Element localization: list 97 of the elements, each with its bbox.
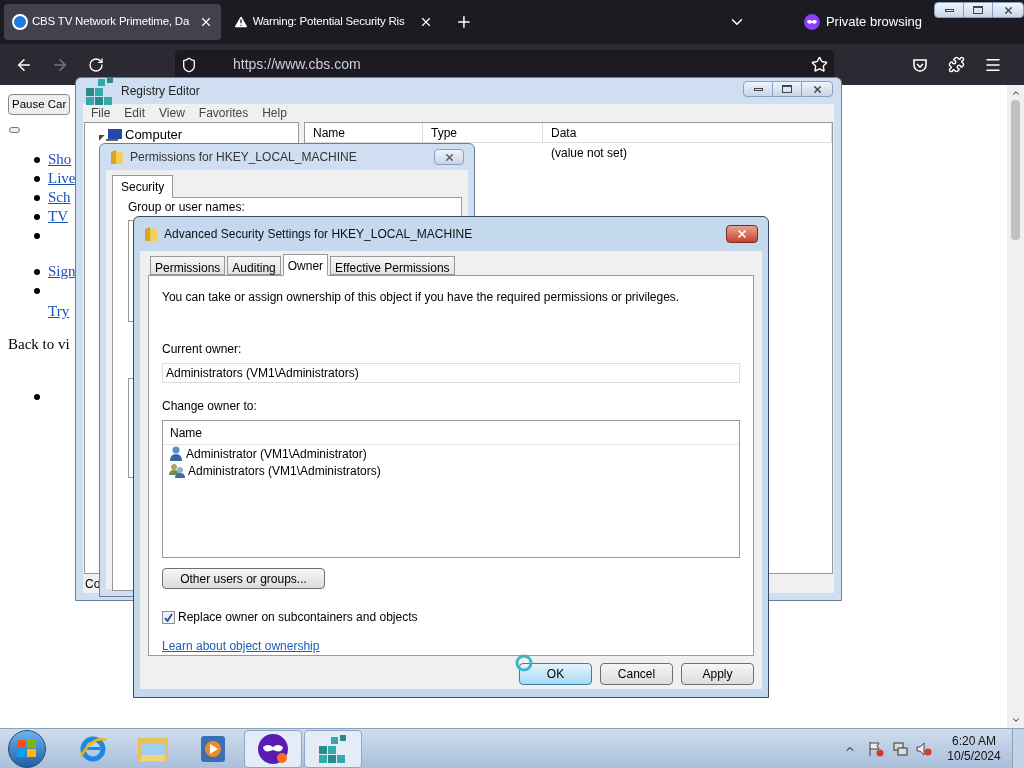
small-control[interactable]: [9, 127, 20, 133]
close-icon: [1002, 4, 1014, 16]
table-cell-text: (value not set): [550, 145, 629, 162]
checkbox-label: Replace owner on subcontainers and objects: [178, 609, 418, 626]
private-browsing-label: Private browsing: [825, 13, 922, 32]
tab-title: Warning: Potential Security Ris: [252, 14, 406, 30]
maximize-button[interactable]: [773, 81, 801, 97]
list-item-text: Administrator (VM1\Administrator): [186, 445, 367, 463]
checkbox[interactable]: [162, 610, 175, 624]
site-icon: [12, 14, 28, 30]
url-text: https://www.cbs.com: [233, 55, 361, 74]
field-label: Change owner to:: [162, 398, 258, 415]
reload-icon[interactable]: [88, 56, 104, 73]
page-link[interactable]: Try: [48, 300, 76, 323]
list-item-text: Administrators (VM1\Administrators): [188, 462, 381, 480]
close-button[interactable]: [434, 149, 464, 165]
column-header[interactable]: Name: [305, 123, 423, 142]
dialog-title: Advanced Security Settings for HKEY_LOCAL_MACHINE: [164, 226, 473, 243]
network-icon[interactable]: [892, 740, 908, 757]
computer-icon: [106, 128, 122, 141]
dialog-button[interactable]: Cancel: [600, 663, 673, 685]
menu-item[interactable]: Edit: [124, 104, 146, 122]
description-text: You can take or assign ownership of this object if you have the required permissions or privileges.: [162, 289, 681, 306]
column-header[interactable]: Name: [170, 423, 202, 442]
busy-cursor-icon: [514, 653, 534, 673]
current-owner-field: Administrators (VM1\Administrators): [162, 363, 740, 383]
browser-tab[interactable]: CBS TV Network Primetime, Da: [4, 4, 221, 40]
registry-cubes-icon: [317, 733, 349, 764]
menu-item[interactable]: File: [91, 104, 111, 122]
pause-button[interactable]: Pause Car: [8, 94, 71, 115]
bookmark-star-icon[interactable]: [811, 56, 828, 73]
media-player-icon: [200, 734, 226, 763]
clock-time[interactable]: 6:20 AM: [952, 733, 996, 749]
bullet-icon: [34, 268, 40, 275]
registry-cubes-icon: [84, 76, 116, 106]
address-bar[interactable]: https://www.cbs.com: [175, 49, 834, 80]
tree-item[interactable]: Computer: [125, 125, 183, 145]
dialog-button[interactable]: Apply: [681, 663, 754, 685]
scrollbar[interactable]: [1007, 85, 1024, 728]
scroll-thumb[interactable]: [1011, 100, 1020, 240]
close-button[interactable]: [801, 81, 833, 97]
help-link[interactable]: Learn about object ownership: [162, 637, 320, 655]
close-icon: [811, 83, 823, 95]
dialog-title: Permissions for HKEY_LOCAL_MACHINE: [130, 149, 357, 166]
field-label: Group or user names:: [128, 199, 246, 216]
column-header[interactable]: Type: [423, 123, 543, 142]
folder-icon: [144, 226, 158, 242]
bullet-icon: [34, 194, 40, 201]
tab[interactable]: Security: [112, 175, 174, 198]
windows-logo-icon: [17, 739, 37, 758]
bullet-icon: [34, 175, 40, 182]
column-header[interactable]: Data: [543, 123, 832, 142]
mask-icon: [804, 14, 820, 30]
menu-item[interactable]: Help: [262, 104, 287, 122]
browser-tab[interactable]: Warning: Potential Security Ris: [224, 4, 442, 40]
minimize-button[interactable]: [743, 81, 773, 97]
close-icon: [736, 228, 748, 240]
page-link[interactable]: Sign: [48, 260, 76, 283]
shield-icon: [181, 56, 197, 73]
maximize-button[interactable]: [964, 2, 992, 18]
users-icon: [169, 463, 185, 478]
list-item[interactable]: Administrators (VM1\Administrators): [163, 462, 739, 479]
tab[interactable]: Auditing: [227, 256, 281, 275]
menu-item[interactable]: Favorites: [198, 104, 249, 122]
tab[interactable]: Owner: [282, 254, 329, 276]
bullet-icon: [34, 213, 40, 220]
flag-icon[interactable]: [868, 740, 884, 757]
tab[interactable]: Permissions: [150, 256, 226, 275]
close-button[interactable]: [726, 225, 758, 243]
close-button[interactable]: [992, 2, 1024, 18]
folder-icon: [110, 149, 124, 165]
muted-speaker-icon[interactable]: [916, 740, 932, 757]
close-icon: [443, 151, 455, 163]
menu-item[interactable]: View: [159, 104, 185, 122]
page-text: Back to vi: [8, 335, 70, 354]
other-users-button[interactable]: Other users or groups...: [162, 568, 325, 589]
bullet-icon: [34, 156, 40, 163]
minimize-button[interactable]: [934, 2, 964, 18]
tab[interactable]: Effective Permissions: [330, 256, 455, 275]
taskbar-app[interactable]: [244, 729, 302, 768]
user-icon: [169, 446, 183, 461]
scroll-down-icon[interactable]: [1010, 715, 1021, 725]
bullet-icon: [34, 232, 40, 239]
mask-icon: [257, 732, 289, 765]
pocket-icon[interactable]: [912, 56, 928, 73]
extensions-icon[interactable]: [948, 56, 965, 73]
clock-date[interactable]: 10/5/2024: [947, 748, 1001, 764]
tab-title: CBS TV Network Primetime, Da: [32, 14, 191, 30]
start-button[interactable]: [8, 729, 46, 768]
bullet-icon: [34, 287, 40, 294]
window-title: Registry Editor: [121, 83, 200, 100]
warning-icon: [232, 14, 249, 30]
field-label: Current owner:: [162, 341, 243, 358]
bullet-icon: [34, 394, 40, 400]
scroll-up-icon[interactable]: [1010, 88, 1021, 98]
list-item[interactable]: Administrator (VM1\Administrator): [163, 445, 739, 462]
dialog-button[interactable]: OK: [519, 663, 592, 685]
